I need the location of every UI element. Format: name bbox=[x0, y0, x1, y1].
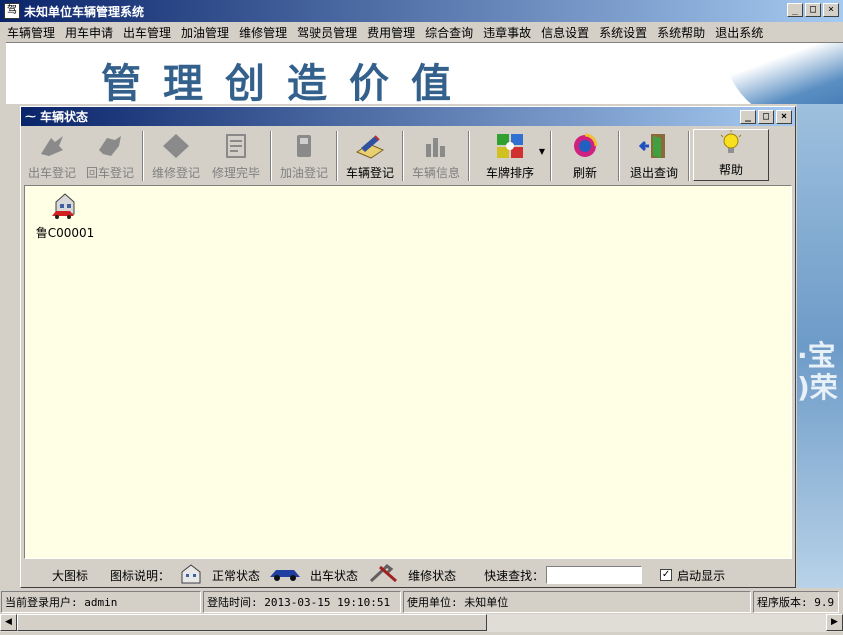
view-mode-label[interactable]: 大图标 bbox=[52, 567, 88, 584]
menu-exit[interactable]: 退出系统 bbox=[710, 24, 768, 41]
background-decoration: ·宝 )荣 bbox=[797, 104, 843, 588]
register-book-icon bbox=[354, 131, 386, 161]
menu-driver[interactable]: 驾驶员管理 bbox=[292, 24, 362, 41]
refresh-button[interactable]: 刷新 bbox=[555, 129, 615, 183]
vehicle-item[interactable]: 鲁C00001 bbox=[33, 190, 97, 241]
banner-swoosh bbox=[723, 43, 843, 104]
menu-violation[interactable]: 违章事故 bbox=[478, 24, 536, 41]
vehicle-normal-icon bbox=[50, 190, 80, 220]
repair-done-button[interactable]: 修理完毕 bbox=[205, 129, 267, 183]
banner: 管理创造价值 bbox=[6, 42, 843, 104]
vehicle-register-label: 车辆登记 bbox=[345, 166, 394, 180]
out-status-label: 出车状态 bbox=[310, 568, 359, 583]
status-org: 使用单位: 未知单位 bbox=[403, 591, 751, 613]
car-out-button[interactable]: 出车登记 bbox=[23, 129, 81, 183]
horizontal-scrollbar[interactable]: ◀ ▶ bbox=[0, 614, 843, 632]
car-out-label: 出车登记 bbox=[27, 166, 76, 180]
exit-query-label: 退出查询 bbox=[629, 166, 678, 180]
menu-fuel[interactable]: 加油管理 bbox=[176, 24, 234, 41]
child-close-button[interactable]: × bbox=[776, 110, 792, 124]
autostart-label: 启动显示 bbox=[677, 568, 726, 583]
child-minimize-button[interactable]: _ bbox=[740, 110, 756, 124]
menu-expense[interactable]: 费用管理 bbox=[362, 24, 420, 41]
scroll-thumb[interactable] bbox=[17, 614, 487, 631]
menu-vehicle[interactable]: 车辆管理 bbox=[2, 24, 60, 41]
normal-status-label: 正常状态 bbox=[212, 568, 261, 583]
normal-status-icon bbox=[178, 563, 204, 588]
window-icon: ⁓ bbox=[25, 110, 36, 123]
repair-icon bbox=[160, 131, 192, 161]
status-user: 当前登录用户: admin bbox=[1, 591, 201, 613]
autostart-checkbox[interactable]: ✓ bbox=[660, 569, 673, 581]
plate-sort-button[interactable]: 车牌排序 ▼ bbox=[473, 129, 547, 183]
banner-slogan: 管理创造价值 bbox=[101, 60, 473, 104]
repair-register-label: 维修登记 bbox=[151, 166, 200, 180]
app-titlebar: 驾 未知单位车辆管理系统 _ □ × bbox=[0, 0, 843, 22]
exit-query-button[interactable]: 退出查询 bbox=[623, 129, 685, 183]
close-button[interactable]: × bbox=[823, 3, 839, 17]
scroll-track[interactable] bbox=[487, 614, 826, 632]
maximize-button[interactable]: □ bbox=[805, 3, 821, 17]
menu-query[interactable]: 综合查询 bbox=[420, 24, 478, 41]
vehicle-info-label: 车辆信息 bbox=[411, 166, 460, 180]
repair-status-label: 维修状态 bbox=[408, 568, 457, 583]
out-status-icon bbox=[268, 567, 302, 584]
quick-search-input[interactable] bbox=[546, 566, 643, 584]
child-title: 车辆状态 bbox=[40, 110, 89, 124]
lightbulb-icon bbox=[715, 130, 747, 158]
vehicle-register-button[interactable]: 车辆登记 bbox=[341, 129, 399, 183]
exit-door-icon bbox=[638, 131, 670, 161]
status-login-time: 登陆时间: 2013-03-15 19:10:51 bbox=[203, 591, 401, 613]
refresh-icon bbox=[569, 131, 601, 161]
repair-status-icon bbox=[368, 563, 400, 588]
child-maximize-button[interactable]: □ bbox=[758, 110, 774, 124]
scroll-left-icon[interactable]: ◀ bbox=[0, 614, 17, 631]
menu-help[interactable]: 系统帮助 bbox=[652, 24, 710, 41]
vehicle-list[interactable]: 鲁C00001 bbox=[24, 185, 792, 559]
menu-usage-request[interactable]: 用车申请 bbox=[60, 24, 118, 41]
car-return-icon bbox=[94, 131, 126, 161]
toolbar: 出车登记 回车登记 维修登记 修理完毕 加油登记 车辆登记 车辆信息 车牌排序 … bbox=[23, 129, 793, 185]
menu-bar: 车辆管理 用车申请 出车管理 加油管理 维修管理 驾驶员管理 费用管理 综合查询… bbox=[0, 22, 843, 42]
menu-repair[interactable]: 维修管理 bbox=[234, 24, 292, 41]
fuel-register-label: 加油登记 bbox=[279, 166, 328, 180]
app-icon: 驾 bbox=[4, 3, 20, 19]
help-label: 帮助 bbox=[718, 163, 743, 177]
fuel-pump-icon bbox=[288, 131, 320, 161]
repair-register-button[interactable]: 维修登记 bbox=[147, 129, 205, 183]
dropdown-arrow-icon[interactable]: ▼ bbox=[539, 147, 545, 156]
child-titlebar: ⁓ 车辆状态 _ □ × bbox=[21, 107, 795, 126]
fuel-register-button[interactable]: 加油登记 bbox=[275, 129, 333, 183]
app-title: 未知单位车辆管理系统 bbox=[24, 4, 145, 19]
status-bar: 当前登录用户: admin 登陆时间: 2013-03-15 19:10:51 … bbox=[0, 590, 843, 614]
repair-done-label: 修理完毕 bbox=[211, 166, 260, 180]
help-button[interactable]: 帮助 bbox=[693, 129, 769, 181]
car-return-label: 回车登记 bbox=[85, 166, 134, 180]
car-return-button[interactable]: 回车登记 bbox=[81, 129, 139, 183]
menu-info-settings[interactable]: 信息设置 bbox=[536, 24, 594, 41]
vehicle-status-window: ⁓ 车辆状态 _ □ × 出车登记 回车登记 维修登记 修理完毕 加油登记 车辆… bbox=[20, 106, 796, 588]
menu-system-settings[interactable]: 系统设置 bbox=[594, 24, 652, 41]
minimize-button[interactable]: _ bbox=[787, 3, 803, 17]
legend-bar: 大图标 图标说明： 正常状态 出车状态 维修状态 快速查找： ✓ 启动显示 bbox=[24, 563, 792, 587]
legend-label: 图标说明： bbox=[110, 568, 171, 583]
repair-done-icon bbox=[220, 131, 252, 161]
sort-icon bbox=[494, 131, 526, 161]
scroll-right-icon[interactable]: ▶ bbox=[826, 614, 843, 631]
plate-sort-label: 车牌排序 bbox=[485, 166, 534, 180]
vehicle-info-icon bbox=[420, 131, 452, 161]
vehicle-info-button[interactable]: 车辆信息 bbox=[407, 129, 465, 183]
refresh-label: 刷新 bbox=[572, 166, 597, 180]
quick-search-label: 快速查找： bbox=[484, 568, 545, 583]
menu-dispatch[interactable]: 出车管理 bbox=[118, 24, 176, 41]
car-out-icon bbox=[36, 131, 68, 161]
vehicle-plate: 鲁C00001 bbox=[35, 226, 95, 240]
status-version: 程序版本: 9.9 bbox=[753, 591, 839, 613]
